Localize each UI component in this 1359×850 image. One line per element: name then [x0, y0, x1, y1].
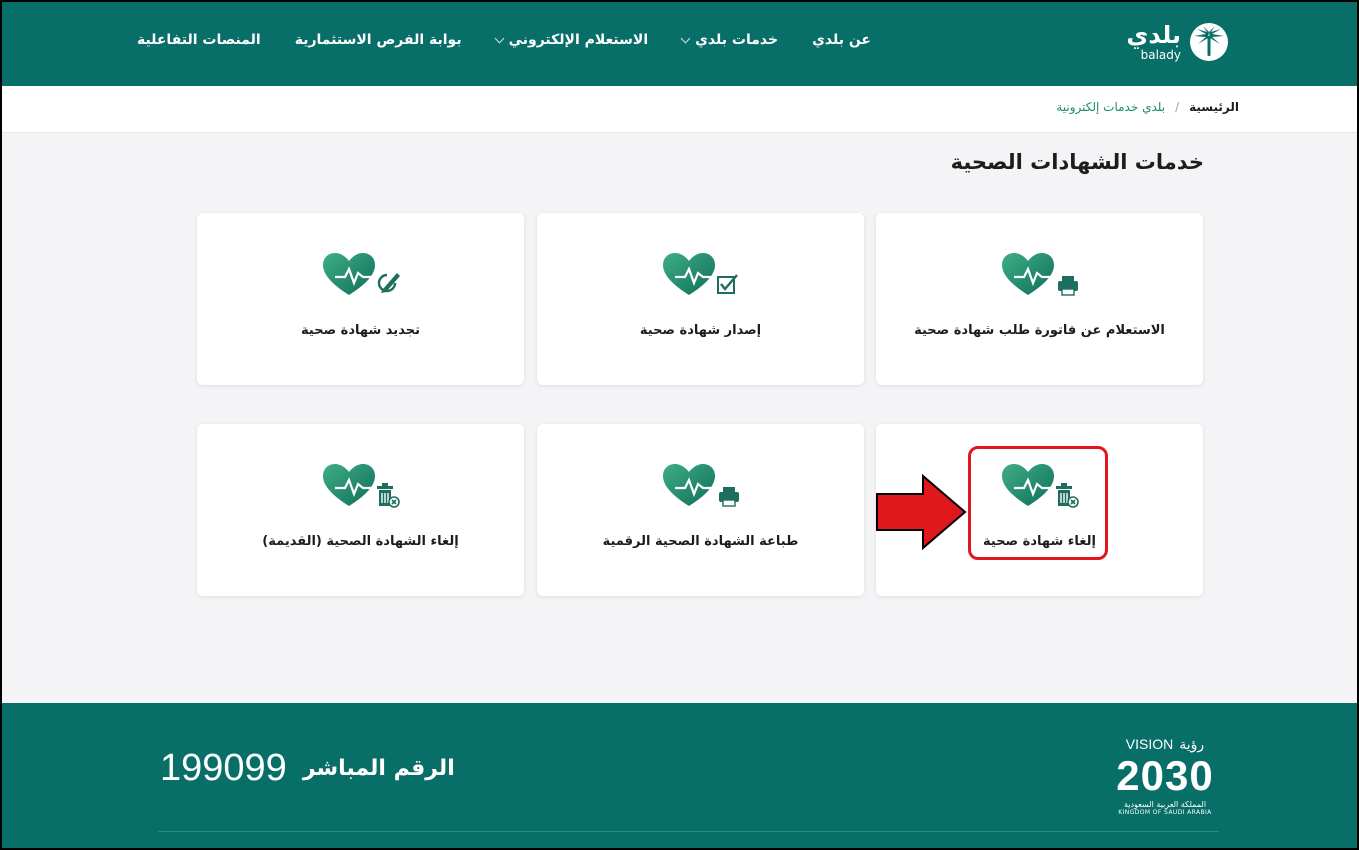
card-label: طباعة الشهادة الصحية الرقمية [602, 534, 799, 549]
palm-emblem-icon [1190, 23, 1228, 61]
card-bill-inquiry[interactable]: الاستعلام عن فاتورة طلب شهادة صحية [876, 213, 1203, 385]
nav-label: خدمات بلدي [695, 32, 779, 48]
heart-printer-icon [662, 464, 739, 507]
vision-en-text: VISION [1125, 736, 1174, 752]
card-label: إلغاء الشهادة الصحية (القديمة) [262, 534, 459, 549]
breadcrumb-bar: الرئيسية / بلدي خدمات إلكترونية [0, 86, 1359, 133]
vision-year: 2030 [1116, 752, 1214, 799]
top-header: بلدي balady عن بلدي خدمات بلدي الاستعلام… [0, 0, 1359, 86]
breadcrumb-current-link[interactable]: بلدي خدمات إلكترونية [1056, 100, 1165, 114]
heart-renew-icon [322, 253, 400, 295]
card-label: إصدار شهادة صحية [639, 323, 762, 338]
heart-printer-icon [1001, 253, 1078, 296]
card-renew-certificate[interactable]: تجديد شهادة صحية [197, 213, 524, 385]
heart-checkbox-icon [662, 253, 738, 295]
nav-investment-portal[interactable]: بوابة الفرص الاستثمارية [295, 32, 462, 48]
card-print-digital-certificate[interactable]: طباعة الشهادة الصحية الرقمية [537, 424, 864, 596]
nav-about-balady[interactable]: عن بلدي [812, 32, 871, 48]
vision-ar-text: رؤية [1179, 736, 1205, 752]
footer-divider [158, 831, 1219, 832]
main-nav: عن بلدي خدمات بلدي الاستعلام الإلكتروني … [137, 32, 871, 48]
heart-trash-icon [322, 464, 400, 508]
vision-kingdom-ar: المملكة العربية السعودية [1123, 800, 1207, 809]
nav-label: بوابة الفرص الاستثمارية [294, 32, 462, 48]
balady-logo[interactable]: بلدي balady [1126, 22, 1229, 62]
chevron-down-icon [494, 33, 505, 43]
hotline-label: الرقم المباشر [302, 756, 455, 781]
nav-label: الاستعلام الإلكتروني [508, 32, 649, 48]
logo-text-en: balady [1140, 48, 1181, 62]
nav-electronic-inquiry[interactable]: الاستعلام الإلكتروني [494, 32, 649, 48]
page-title: خدمات الشهادات الصحية [950, 150, 1204, 174]
card-label: الاستعلام عن فاتورة طلب شهادة صحية [914, 323, 1165, 338]
nav-label: المنصات التفاعلية [136, 32, 261, 48]
nav-interactive-platforms[interactable]: المنصات التفاعلية [137, 32, 261, 48]
breadcrumb: الرئيسية / بلدي خدمات إلكترونية [1056, 100, 1239, 114]
breadcrumb-home-link[interactable]: الرئيسية [1189, 100, 1239, 114]
vision-kingdom-en: KINGDOM OF SAUDI ARABIA [1118, 809, 1212, 816]
footer: VISION رؤية 2030 المملكة العربية السعودي… [0, 703, 1359, 850]
breadcrumb-separator: / [1175, 100, 1180, 114]
card-label: تجديد شهادة صحية [301, 323, 420, 338]
logo-text-ar: بلدي [1126, 21, 1181, 49]
nav-balady-services[interactable]: خدمات بلدي [680, 32, 779, 48]
card-cancel-old-certificate[interactable]: إلغاء الشهادة الصحية (القديمة) [197, 424, 524, 596]
heart-trash-icon [1001, 464, 1079, 508]
vision-2030-logo: VISION رؤية 2030 المملكة العربية السعودي… [1109, 736, 1221, 816]
card-issue-certificate[interactable]: إصدار شهادة صحية [537, 213, 864, 385]
hotline: 199099 الرقم المباشر [160, 747, 455, 790]
chevron-down-icon [680, 33, 691, 43]
nav-label: عن بلدي [812, 32, 871, 48]
hotline-number[interactable]: 199099 [160, 747, 287, 790]
red-arrow-icon [876, 474, 967, 550]
